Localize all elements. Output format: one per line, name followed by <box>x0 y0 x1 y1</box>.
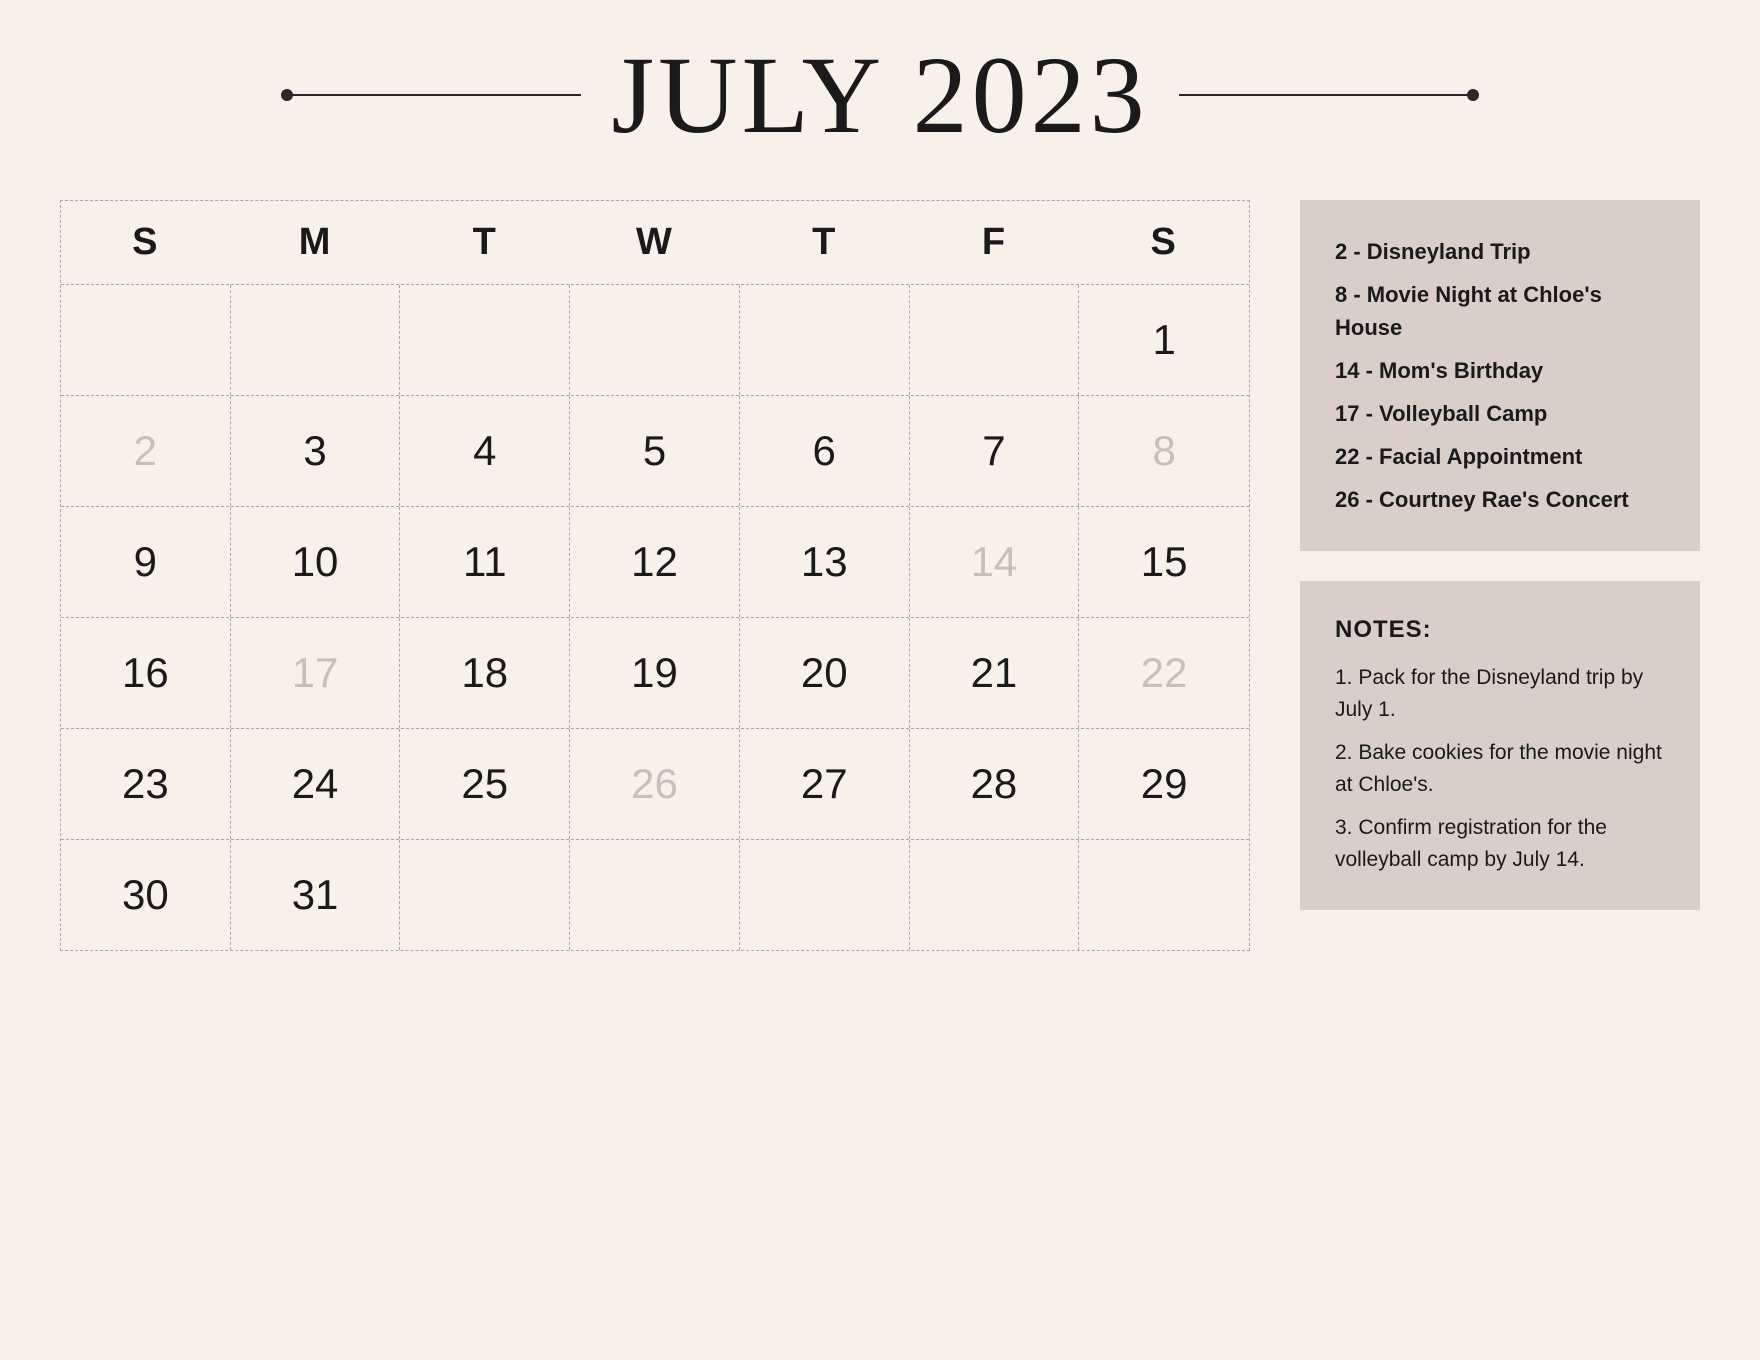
event-item: 14 - Mom's Birthday <box>1335 354 1665 387</box>
calendar-cell: 25 <box>400 729 570 839</box>
notes-title: NOTES: <box>1335 616 1665 644</box>
calendar-cell: 19 <box>570 618 740 728</box>
events-box: 2 - Disneyland Trip 8 - Movie Night at Ch… <box>1300 200 1700 551</box>
note-item: 3. Confirm registration for the volleyba… <box>1335 812 1665 875</box>
calendar-week-row: 2345678 <box>61 396 1249 507</box>
calendar-cell: 14 <box>910 507 1080 617</box>
note-item: 2. Bake cookies for the movie night at C… <box>1335 737 1665 800</box>
calendar-cell <box>1079 840 1249 950</box>
calendar-cell: 30 <box>61 840 231 950</box>
calendar-cell: 27 <box>740 729 910 839</box>
day-of-week-header: W <box>570 201 740 284</box>
day-of-week-header: T <box>400 201 570 284</box>
calendar-cell: 31 <box>231 840 401 950</box>
day-of-week-header: F <box>910 201 1080 284</box>
event-item: 22 - Facial Appointment <box>1335 440 1665 473</box>
calendar-cell: 6 <box>740 396 910 506</box>
calendar-cell: 15 <box>1079 507 1249 617</box>
calendar-cell <box>231 285 401 395</box>
notes-box: NOTES: 1. Pack for the Disneyland trip b… <box>1300 581 1700 910</box>
calendar-body: 1234567891011121314151617181920212223242… <box>61 285 1249 950</box>
header-line-right <box>1179 94 1479 96</box>
calendar-cell <box>570 285 740 395</box>
calendar-cell: 16 <box>61 618 231 728</box>
day-of-week-header: S <box>61 201 231 284</box>
day-of-week-header: S <box>1079 201 1249 284</box>
calendar-week-row: 16171819202122 <box>61 618 1249 729</box>
calendar-cell: 11 <box>400 507 570 617</box>
calendar-cell <box>61 285 231 395</box>
event-item: 26 - Courtney Rae's Concert <box>1335 483 1665 516</box>
calendar-cell: 10 <box>231 507 401 617</box>
calendar-cell: 9 <box>61 507 231 617</box>
calendar-cell: 8 <box>1079 396 1249 506</box>
calendar-cell: 22 <box>1079 618 1249 728</box>
note-item: 1. Pack for the Disneyland trip by July … <box>1335 662 1665 725</box>
calendar-cell: 23 <box>61 729 231 839</box>
calendar-cell: 26 <box>570 729 740 839</box>
calendar-cell: 4 <box>400 396 570 506</box>
day-of-week-header: M <box>231 201 401 284</box>
calendar-cell <box>910 840 1080 950</box>
calendar-cell <box>740 285 910 395</box>
day-of-week-header: T <box>740 201 910 284</box>
header-line-left <box>281 94 581 96</box>
calendar-cell <box>740 840 910 950</box>
main-content: SMTWTFS 12345678910111213141516171819202… <box>60 200 1700 951</box>
calendar-cell: 3 <box>231 396 401 506</box>
calendar-cell <box>400 840 570 950</box>
calendar-cell: 1 <box>1079 285 1249 395</box>
calendar-header: SMTWTFS <box>61 201 1249 285</box>
page-header: JULY 2023 <box>60 40 1700 150</box>
calendar-cell: 28 <box>910 729 1080 839</box>
calendar-cell <box>570 840 740 950</box>
event-item: 8 - Movie Night at Chloe's House <box>1335 278 1665 344</box>
calendar-cell: 12 <box>570 507 740 617</box>
calendar-cell: 24 <box>231 729 401 839</box>
event-item: 17 - Volleyball Camp <box>1335 397 1665 430</box>
calendar-cell: 29 <box>1079 729 1249 839</box>
sidebar: 2 - Disneyland Trip 8 - Movie Night at Ch… <box>1300 200 1700 910</box>
calendar-cell: 18 <box>400 618 570 728</box>
calendar-cell: 7 <box>910 396 1080 506</box>
calendar-cell <box>910 285 1080 395</box>
page-title: JULY 2023 <box>611 40 1148 150</box>
calendar-cell <box>400 285 570 395</box>
calendar-cell: 17 <box>231 618 401 728</box>
calendar-cell: 2 <box>61 396 231 506</box>
calendar-week-row: 3031 <box>61 840 1249 950</box>
calendar-week-row: 23242526272829 <box>61 729 1249 840</box>
calendar-week-row: 1 <box>61 285 1249 396</box>
calendar: SMTWTFS 12345678910111213141516171819202… <box>60 200 1250 951</box>
calendar-cell: 5 <box>570 396 740 506</box>
calendar-week-row: 9101112131415 <box>61 507 1249 618</box>
calendar-cell: 20 <box>740 618 910 728</box>
calendar-cell: 21 <box>910 618 1080 728</box>
event-item: 2 - Disneyland Trip <box>1335 235 1665 268</box>
calendar-cell: 13 <box>740 507 910 617</box>
